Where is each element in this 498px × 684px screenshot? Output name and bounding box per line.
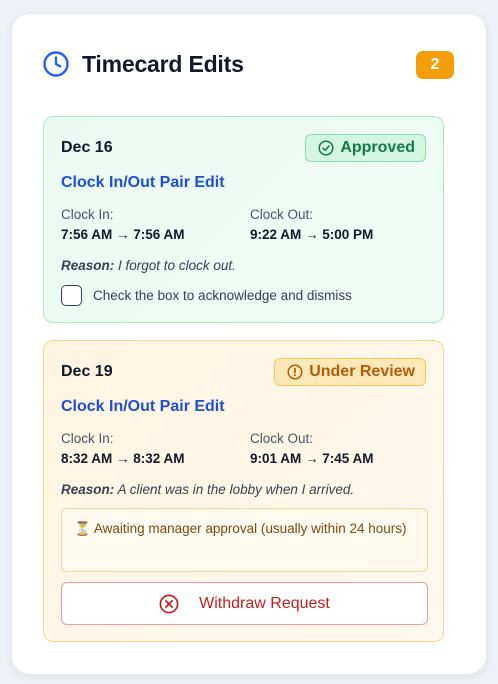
clock-in-value: 8:32 AM → 8:32 AM [61, 451, 185, 466]
panel-header: Timecard Edits 2 [42, 50, 456, 79]
clock-out-block: Clock Out: 9:01 AM → 7:45 AM [250, 431, 374, 466]
clock-out-value: 9:22 AM → 5:00 PM [250, 227, 374, 242]
clock-in-label: Clock In: [61, 207, 114, 222]
clock-in-block: Clock In: 8:32 AM → 8:32 AM [61, 431, 185, 466]
clock-in-label: Clock In: [61, 431, 114, 446]
edit-type-title: Clock In/Out Pair Edit [61, 174, 225, 191]
clock-out-value: 9:01 AM → 7:45 AM [250, 451, 374, 466]
timecard-edit-card-under-review: Dec 19 Under Review Clock In/Out Pair Ed… [43, 340, 444, 642]
count-badge: 2 [416, 51, 454, 79]
alert-circle-icon [287, 364, 303, 380]
edit-type-title: Clock In/Out Pair Edit [61, 398, 225, 415]
reason-value: A client was in the lobby when I arrived… [117, 482, 355, 497]
clock-out-label: Clock Out: [250, 431, 314, 446]
acknowledge-checkbox[interactable] [61, 285, 82, 306]
clock-icon [42, 50, 70, 78]
withdraw-label[interactable]: Withdraw Request [199, 595, 330, 613]
page-title: Timecard Edits [82, 50, 244, 77]
awaiting-approval-notice: ⏳ Awaiting manager approval (usually wit… [61, 508, 428, 572]
check-circle-icon [318, 140, 334, 156]
edit-date: Dec 16 [61, 139, 113, 156]
reason-text: Reason: A client was in the lobby when I… [61, 482, 354, 497]
clock-in-block: Clock In: 7:56 AM → 7:56 AM [61, 207, 185, 242]
clock-out-block: Clock Out: 9:22 AM → 5:00 PM [250, 207, 373, 242]
clock-out-label: Clock Out: [250, 207, 314, 222]
reason-text: Reason: I forgot to clock out. [61, 258, 236, 273]
status-label: Approved [340, 139, 415, 156]
acknowledge-label[interactable]: Check the box to acknowledge and dismiss [93, 288, 352, 303]
acknowledge-row[interactable]: Check the box to acknowledge and dismiss [61, 285, 352, 306]
reason-value: I forgot to clock out. [118, 258, 236, 273]
status-badge-under-review: Under Review [274, 358, 426, 386]
reason-label: Reason: [61, 258, 115, 273]
clock-in-value: 7:56 AM → 7:56 AM [61, 227, 185, 242]
x-circle-icon [159, 594, 179, 614]
reason-label: Reason: [61, 482, 115, 497]
edit-date: Dec 19 [61, 363, 113, 380]
timecard-edit-card-approved: Dec 16 Approved Clock In/Out Pair Edit C… [43, 116, 444, 323]
status-label: Under Review [309, 363, 415, 380]
withdraw-request-button[interactable]: Withdraw Request [61, 582, 428, 625]
status-badge-approved: Approved [305, 134, 426, 162]
timecard-edits-panel: Timecard Edits 2 Dec 16 Approved Clock I… [12, 14, 486, 674]
